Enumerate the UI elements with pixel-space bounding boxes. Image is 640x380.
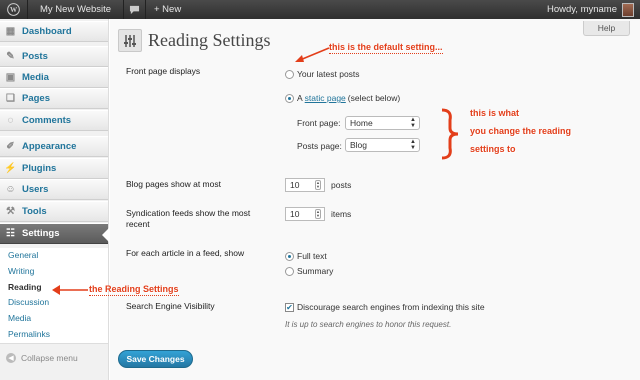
sidebar-item-label: Plugins <box>22 163 57 174</box>
number-spinner-icon[interactable]: ▲ ▼ <box>315 209 321 219</box>
sidebar-item-pages[interactable]: ❏ Pages <box>0 88 108 109</box>
full-text-radio[interactable] <box>285 251 294 261</box>
submenu-item-media[interactable]: Media <box>0 311 108 327</box>
media-icon: ▣ <box>5 72 16 83</box>
annotation-reading-settings: the Reading Settings <box>89 284 179 296</box>
collapse-menu-label: Collapse menu <box>21 353 78 363</box>
select-arrows-icon: ▲ ▼ <box>410 139 416 151</box>
blog-pages-unit: posts <box>331 180 352 190</box>
wordpress-logo-icon[interactable]: W <box>0 0 28 19</box>
select-arrows-icon: ▲ ▼ <box>410 117 416 129</box>
feed-show-label: For each article in a feed, show <box>126 248 245 258</box>
annotation-change-line2: you change the reading <box>470 126 572 136</box>
sidebar-item-label: Posts <box>22 51 48 62</box>
collapse-menu-button[interactable]: ◀ Collapse menu <box>6 353 78 363</box>
submenu-item-discussion[interactable]: Discussion <box>0 295 108 311</box>
save-changes-button[interactable]: Save Changes <box>118 350 193 368</box>
search-visibility-label: Search Engine Visibility <box>126 301 215 311</box>
comments-bubble-icon[interactable] <box>124 0 146 19</box>
sidebar-item-label: Comments <box>22 115 72 126</box>
collapse-arrow-icon: ◀ <box>6 353 16 363</box>
latest-posts-radio[interactable] <box>285 69 294 79</box>
front-page-select[interactable]: Home ▲ ▼ <box>345 116 420 130</box>
blog-pages-value: 10 <box>290 180 300 190</box>
submenu-item-permalinks[interactable]: Permalinks <box>0 327 108 343</box>
settings-page-icon <box>118 29 142 52</box>
avatar <box>622 2 634 17</box>
static-page-radio[interactable] <box>285 93 294 103</box>
annotation-change-line1: this is what <box>470 108 520 118</box>
sidebar-item-posts[interactable]: ✎ Posts <box>0 46 108 67</box>
admin-sidebar: ▦ Dashboard ✎ Posts ▣ Media ❏ Pages ◌ Comment… <box>0 19 109 380</box>
posts-page-select-label: Posts page: <box>297 141 342 151</box>
sidebar-item-label: Users <box>22 184 49 195</box>
sidebar-item-label: Media <box>22 72 49 83</box>
front-page-select-value: Home <box>350 118 373 128</box>
full-text-label: Full text <box>297 251 327 261</box>
front-page-displays-label: Front page displays <box>126 66 201 76</box>
static-page-option[interactable]: A static page (select below) <box>285 93 400 103</box>
discourage-hint: It is up to search engines to honor this… <box>285 320 452 329</box>
pages-icon: ❏ <box>6 93 15 104</box>
tools-icon: ⚒ <box>6 206 15 217</box>
latest-posts-option[interactable]: Your latest posts <box>285 69 360 79</box>
sidebar-item-appearance[interactable]: ✐ Appearance <box>0 136 108 157</box>
sidebar-item-media[interactable]: ▣ Media <box>0 67 108 88</box>
sidebar-item-users[interactable]: ☺ Users <box>0 179 108 200</box>
sidebar-item-label: Settings <box>22 228 60 239</box>
sidebar-item-label: Tools <box>22 206 47 217</box>
sidebar-item-dashboard[interactable]: ▦ Dashboard <box>0 21 108 42</box>
static-page-prefix: A <box>297 93 303 103</box>
pushpin-icon: ✎ <box>6 51 15 62</box>
sidebar-item-settings[interactable]: ☷ Settings <box>0 223 109 244</box>
discourage-option[interactable]: ✔ Discourage search engines from indexin… <box>285 302 485 312</box>
submenu-item-writing[interactable]: Writing <box>0 264 108 280</box>
posts-page-select[interactable]: Blog ▲ ▼ <box>345 138 420 152</box>
number-spinner-icon[interactable]: ▲ ▼ <box>315 180 321 190</box>
posts-page-select-value: Blog <box>350 140 368 150</box>
site-name-link[interactable]: My New Website <box>28 0 124 19</box>
annotation-arrow-default <box>295 47 330 62</box>
comments-icon: ◌ <box>7 115 14 126</box>
annotation-change-line3: settings to <box>470 144 516 154</box>
latest-posts-label: Your latest posts <box>297 69 360 79</box>
annotation-curly-brace <box>441 108 459 160</box>
blog-pages-label: Blog pages show at most <box>126 179 221 189</box>
new-content-button[interactable]: + New <box>146 0 189 19</box>
settings-icon: ☷ <box>6 228 15 239</box>
svg-text:W: W <box>10 6 18 14</box>
sidebar-item-label: Appearance <box>22 141 77 152</box>
submenu-item-general[interactable]: General <box>0 248 108 264</box>
blog-pages-input[interactable]: 10 ▲ ▼ <box>285 178 325 192</box>
syndication-feeds-input[interactable]: 10 ▲ ▼ <box>285 207 325 221</box>
syndication-feeds-unit: items <box>331 209 352 219</box>
dashboard-icon: ▦ <box>5 26 16 37</box>
sidebar-item-label: Pages <box>22 93 50 104</box>
static-page-link[interactable]: static page <box>305 93 346 103</box>
users-icon: ☺ <box>5 184 16 195</box>
greeting-text: Howdy, myname <box>546 4 617 15</box>
sidebar-item-label: Dashboard <box>22 26 72 37</box>
sidebar-item-comments[interactable]: ◌ Comments <box>0 110 108 131</box>
front-page-select-label: Front page: <box>297 118 341 128</box>
sidebar-item-tools[interactable]: ⚒ Tools <box>0 201 108 222</box>
summary-option[interactable]: Summary <box>285 266 333 276</box>
admin-bar: W My New Website + New Howdy, myname <box>0 0 640 19</box>
syndication-feeds-label: Syndication feeds show the most recent <box>126 208 251 229</box>
full-text-option[interactable]: Full text <box>285 251 327 261</box>
annotation-arrow-reading <box>52 285 88 295</box>
plug-icon: ⚡ <box>4 163 17 174</box>
help-tab[interactable]: Help <box>583 21 630 36</box>
annotation-default-setting: this is the default setting... <box>329 42 443 54</box>
summary-radio[interactable] <box>285 266 294 276</box>
page-title: Reading Settings <box>148 30 271 50</box>
user-menu[interactable]: Howdy, myname <box>539 0 640 19</box>
sidebar-item-plugins[interactable]: ⚡ Plugins <box>0 158 108 179</box>
summary-label: Summary <box>297 266 334 276</box>
discourage-label: Discourage search engines from indexing … <box>297 302 485 312</box>
syndication-feeds-value: 10 <box>290 209 300 219</box>
static-page-suffix: (select below) <box>347 93 401 103</box>
brush-icon: ✐ <box>6 141 15 152</box>
discourage-checkbox[interactable]: ✔ <box>285 302 294 312</box>
